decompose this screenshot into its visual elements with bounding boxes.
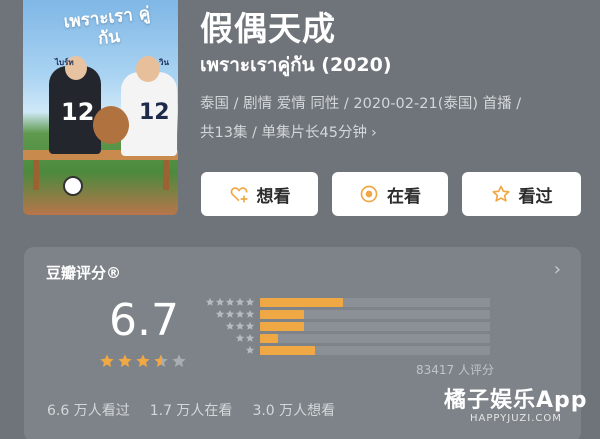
poster-football — [63, 176, 83, 196]
distribution-bar — [260, 310, 304, 319]
meta-line-1: 泰国 / 剧情 爱情 同性 / 2020-02-21(泰国) 首播 / — [200, 96, 522, 112]
distribution-track — [260, 310, 490, 319]
poster-title: เพราะเรา คู่กัน — [62, 3, 152, 50]
watched-label: 看过 — [518, 186, 553, 207]
mini-star-icon — [245, 333, 255, 342]
rating-score: 6.7 — [109, 295, 179, 346]
mini-star-icon — [235, 333, 245, 342]
distribution-stars — [205, 297, 255, 307]
poster-guitar — [93, 106, 129, 144]
mini-star-icon — [245, 345, 255, 354]
mini-star-icon — [235, 321, 245, 330]
distribution-bar — [260, 334, 279, 343]
rating-star-icon — [136, 354, 150, 367]
rating-star-icon — [100, 354, 114, 367]
stat-want[interactable]: 3.0 万人想看 — [252, 400, 335, 420]
stat-watching[interactable]: 1.7 万人在看 — [150, 400, 233, 420]
distribution-stars — [235, 333, 255, 343]
distribution-track — [260, 322, 490, 331]
original-title: เพราะเราคู่กัน (2020) — [200, 54, 392, 76]
distribution-stars — [215, 309, 255, 319]
mini-star-icon — [245, 321, 255, 330]
watermark-logo: 橘子娱乐App — [444, 388, 588, 413]
heart-plus-icon — [230, 187, 247, 203]
chevron-right-icon: › — [371, 125, 377, 141]
want-to-watch-label: 想看 — [256, 186, 291, 207]
mini-star-icon — [245, 309, 255, 318]
mini-star-icon — [215, 297, 225, 306]
mini-star-icon — [245, 297, 255, 306]
mini-star-icon — [205, 297, 215, 306]
distribution-stars — [245, 345, 255, 355]
mini-star-icon — [215, 309, 225, 318]
watched-button[interactable]: 看过 — [462, 172, 581, 216]
rating-stars — [99, 353, 187, 369]
rating-stats: 6.6 万人看过 1.7 万人在看 3.0 万人想看 — [47, 400, 335, 420]
distribution-track — [260, 334, 490, 343]
distribution-track — [260, 346, 490, 355]
meta-line-2[interactable]: 共13集 / 单集片长45分钟 › — [200, 121, 377, 142]
mini-star-icon — [235, 297, 245, 306]
watermark-url: HAPPYJUZI.COM — [470, 413, 562, 424]
mini-star-icon — [225, 309, 235, 318]
distribution-stars — [225, 321, 255, 331]
poster-jersey-left: 12 — [61, 98, 95, 126]
poster-bench-leg — [163, 160, 169, 190]
chevron-right-icon[interactable]: › — [554, 259, 561, 280]
rating-count: 83417 人评分 — [416, 363, 494, 377]
stat-watched[interactable]: 6.6 万人看过 — [47, 400, 130, 420]
rating-star-icon — [154, 354, 168, 367]
watching-label: 在看 — [387, 186, 421, 207]
target-circle-icon — [360, 185, 378, 203]
distribution-bar — [260, 322, 304, 331]
distribution-bar — [260, 298, 343, 307]
poster-jersey-right: 12 — [139, 100, 170, 125]
star-outline-icon — [492, 185, 509, 202]
mini-star-icon — [225, 321, 235, 330]
page-title: 假偶天成 — [200, 9, 336, 48]
mini-star-icon — [225, 297, 235, 306]
want-to-watch-button[interactable]: 想看 — [201, 172, 318, 216]
poster-image[interactable]: 12 12 เพราะเรา คู่กัน ไบร์ท วิน — [23, 0, 178, 215]
mini-star-icon — [235, 309, 245, 318]
rating-star-icon — [118, 354, 132, 367]
watching-button[interactable]: 在看 — [332, 172, 448, 216]
poster-person-right-head — [136, 56, 160, 82]
rating-title: 豆瓣评分® — [46, 264, 122, 282]
poster-name-right: วิน — [159, 58, 169, 67]
poster-name-left: ไบร์ท — [55, 58, 74, 67]
poster-bench-leg — [33, 160, 39, 190]
distribution-bar — [260, 346, 316, 355]
distribution-track — [260, 298, 490, 307]
meta-line-2-text: 共13集 / 单集片长45分钟 — [200, 125, 368, 141]
rating-star-icon — [172, 354, 186, 367]
